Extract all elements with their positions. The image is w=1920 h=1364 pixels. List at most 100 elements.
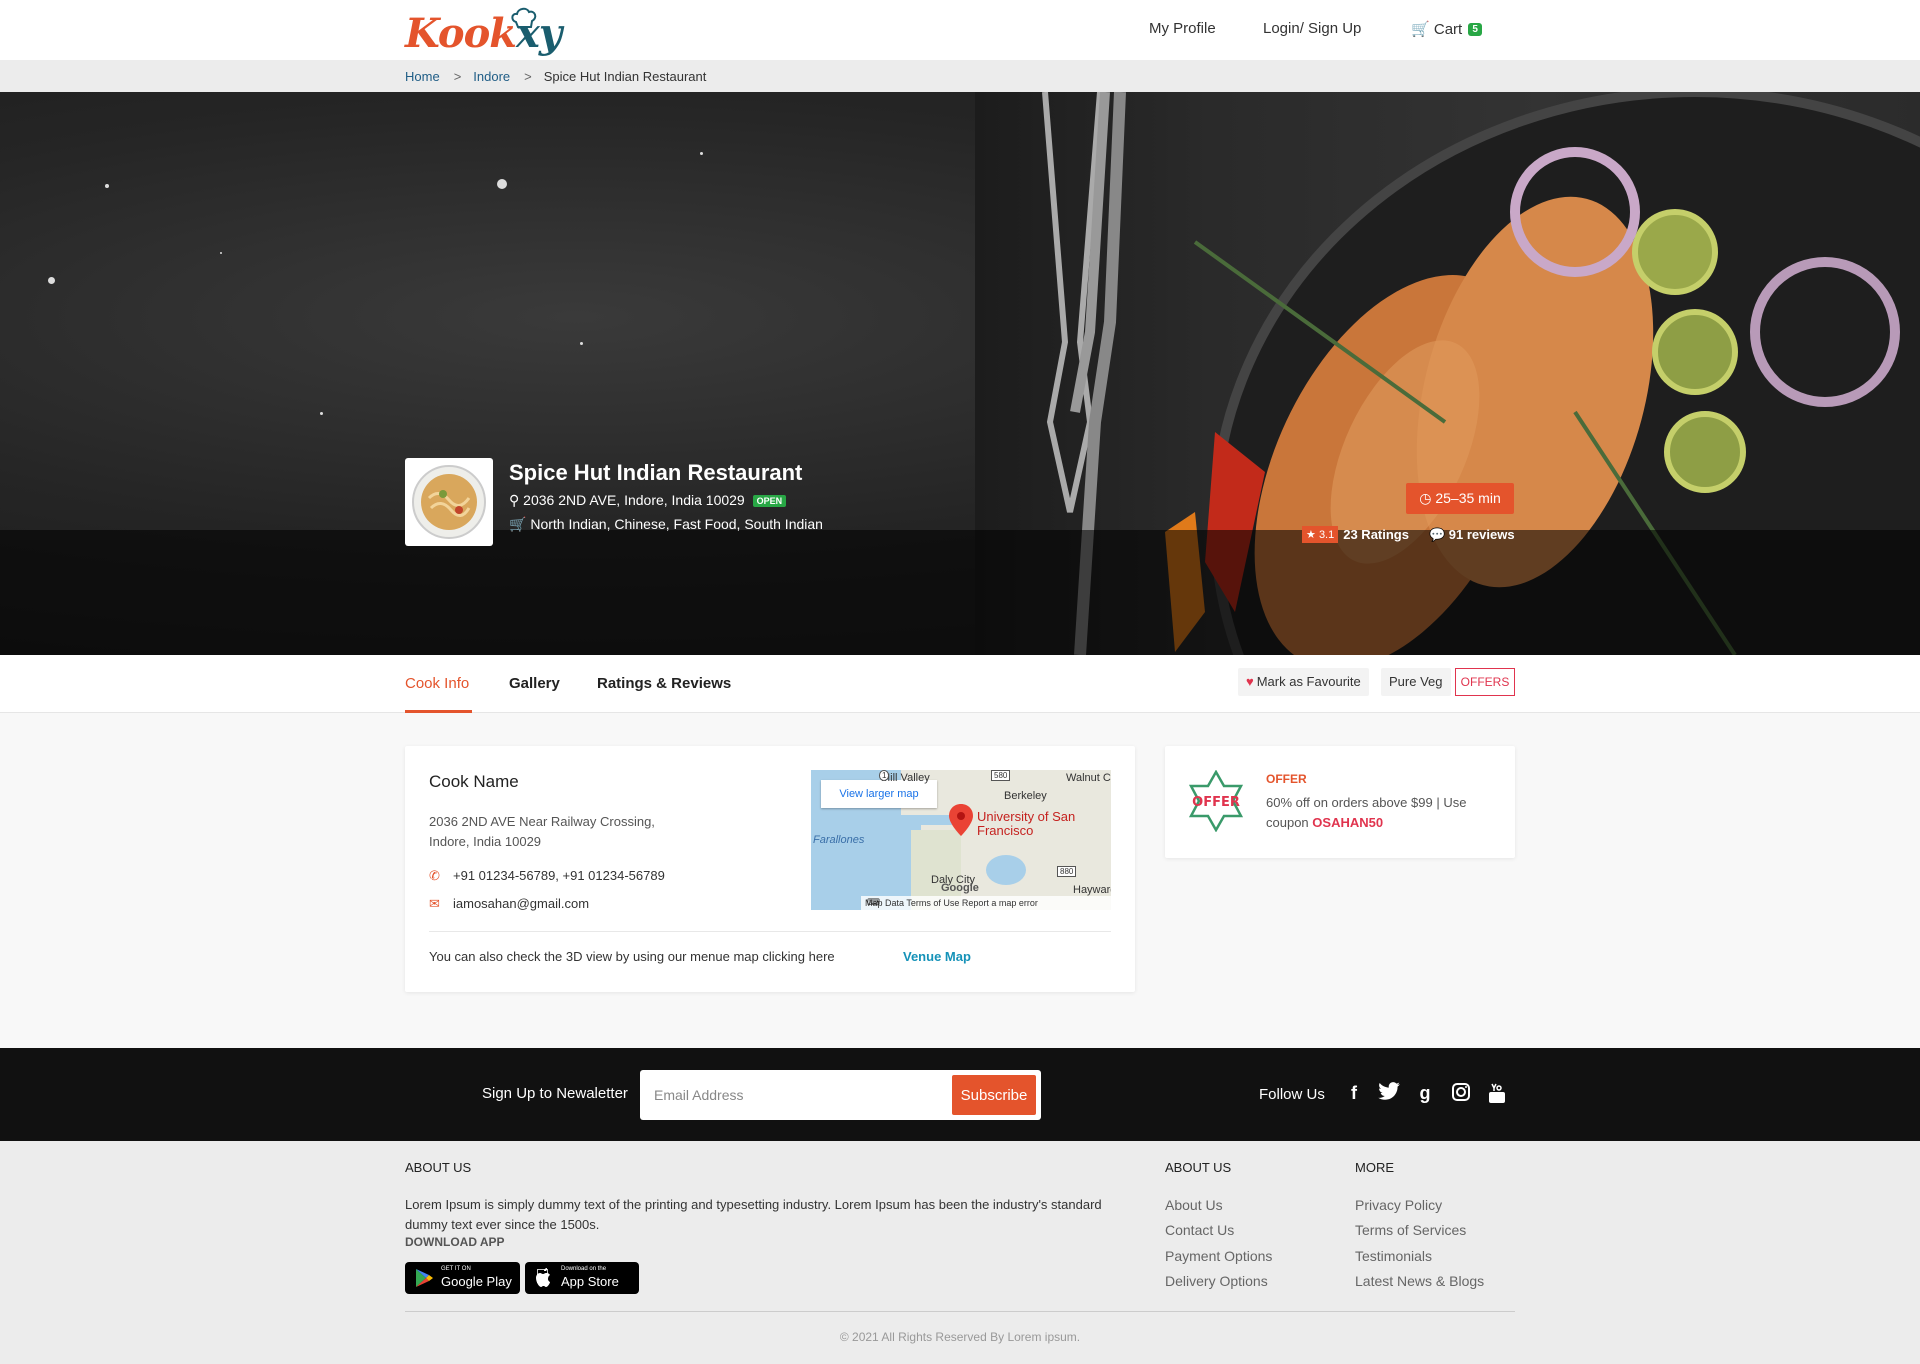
reviews-count[interactable]: 💬 91 reviews xyxy=(1429,527,1515,543)
cook-address: 2036 2ND AVE Near Railway Crossing, Indo… xyxy=(429,814,655,849)
footer-about-heading: ABOUT US xyxy=(405,1160,472,1175)
footer-link-testimonials[interactable]: Testimonials xyxy=(1355,1248,1432,1264)
map-label: Walnut C xyxy=(1066,772,1111,784)
google-plus-icon[interactable]: g xyxy=(1414,1082,1436,1104)
newsletter-bar: Sign Up to Newaletter Subscribe Follow U… xyxy=(0,1048,1920,1141)
footer-link-payment-options[interactable]: Payment Options xyxy=(1165,1248,1272,1264)
tab-gallery[interactable]: Gallery xyxy=(509,675,560,692)
twitter-icon[interactable] xyxy=(1378,1082,1400,1104)
restaurant-tabs-bar: Cook Info Gallery Ratings & Reviews ♥ Mar… xyxy=(0,655,1920,713)
pure-veg-button[interactable]: Pure Veg xyxy=(1381,668,1451,696)
tab-cook-info[interactable]: Cook Info xyxy=(405,675,469,692)
coupon-code: OSAHAN50 xyxy=(1312,815,1384,830)
chef-hat-icon xyxy=(511,7,537,28)
breadcrumb-separator: > xyxy=(524,69,532,84)
map-label: Farallones xyxy=(813,834,865,846)
newsletter-form: Subscribe xyxy=(640,1070,1041,1120)
map-label: Berkeley xyxy=(1004,790,1047,802)
footer-link-terms[interactable]: Terms of Services xyxy=(1355,1222,1466,1238)
hero-banner xyxy=(0,92,1920,655)
nav-my-profile[interactable]: My Profile xyxy=(1149,20,1216,37)
subscribe-button[interactable]: Subscribe xyxy=(952,1075,1036,1115)
youtube-icon[interactable] xyxy=(1486,1082,1508,1104)
breadcrumb-current: Spice Hut Indian Restaurant xyxy=(543,69,707,84)
delivery-time-label: 25–35 min xyxy=(1435,490,1501,506)
cook-name-title: Cook Name xyxy=(429,772,519,791)
offer-star-icon: OFFER xyxy=(1189,770,1243,832)
cart-icon: 🛒 xyxy=(1411,21,1430,38)
top-navbar: Kookxy My Profile Login/ Sign Up 🛒 Cart … xyxy=(0,0,1920,60)
newsletter-email-input[interactable] xyxy=(640,1070,950,1120)
phone-icon: ✆ xyxy=(429,868,440,883)
map-pin-icon xyxy=(949,804,973,836)
view-larger-map-link[interactable]: View larger map xyxy=(821,780,937,808)
venue-map-link[interactable]: Venue Map xyxy=(903,949,971,964)
footer-more-heading: MORE xyxy=(1355,1160,1394,1175)
map-marker-icon: ⚲ xyxy=(509,492,520,508)
keyboard-icon: ⌨ xyxy=(867,897,880,907)
offer-card: OFFER OFFER 60% off on orders above $99 … xyxy=(1165,746,1515,858)
facebook-icon[interactable]: f xyxy=(1343,1082,1365,1104)
map-pin-label: University of San Francisco xyxy=(977,809,1076,838)
address-text: 2036 2ND AVE, Indore, India 10029 xyxy=(523,492,745,508)
open-status-badge: OPEN xyxy=(752,495,787,507)
restaurant-address: ⚲ 2036 2ND AVE, Indore, India 10029 OPEN xyxy=(509,492,787,509)
nav-login-signup[interactable]: Login/ Sign Up xyxy=(1263,20,1361,37)
footer-link-contact-us[interactable]: Contact Us xyxy=(1165,1222,1234,1238)
instagram-icon[interactable] xyxy=(1450,1082,1472,1104)
ratings-count: 23 Ratings xyxy=(1343,527,1409,542)
heart-icon: ♥ xyxy=(1246,674,1254,689)
footer-link-privacy-policy[interactable]: Privacy Policy xyxy=(1355,1197,1442,1213)
breadcrumb-home[interactable]: Home xyxy=(405,69,440,84)
footer-about-text: Lorem Ipsum is simply dummy text of the … xyxy=(405,1197,1102,1232)
offers-button[interactable]: OFFERS xyxy=(1455,668,1515,696)
mark-favourite-button[interactable]: ♥ Mark as Favourite xyxy=(1238,668,1369,696)
breadcrumb: Home > Indore > Spice Hut Indian Restaur… xyxy=(405,69,706,84)
cook-email[interactable]: ✉ iamosahan@gmail.com xyxy=(429,896,589,912)
follow-us-label: Follow Us xyxy=(1259,1086,1325,1103)
google-play-badge[interactable]: GET IT ON Google Play xyxy=(405,1262,520,1294)
breadcrumb-separator: > xyxy=(453,69,462,84)
map-footer-links[interactable]: Map Data Terms of Use Report a map error xyxy=(861,896,1111,910)
hero-info-overlay xyxy=(0,530,1920,655)
google-play-icon xyxy=(416,1269,433,1287)
cook-phone: ✆ +91 01234-56789, +91 01234-56789 xyxy=(429,868,665,883)
footer-link-news-blogs[interactable]: Latest News & Blogs xyxy=(1355,1273,1484,1289)
delivery-time-button[interactable]: ◷ 25–35 min xyxy=(1406,483,1514,514)
clock-icon: ◷ xyxy=(1419,490,1432,506)
tab-ratings-reviews[interactable]: Ratings & Reviews xyxy=(597,675,731,692)
highway-shield: 880 xyxy=(1057,866,1077,877)
rating-summary: ★ 3.1 23 Ratings 💬 91 reviews xyxy=(1302,526,1515,543)
brand-logo[interactable]: Kookxy xyxy=(405,6,562,57)
site-footer: ABOUT US Lorem Ipsum is simply dummy tex… xyxy=(0,1141,1920,1364)
cuisines-text: North Indian, Chinese, Fast Food, South … xyxy=(530,516,823,532)
highway-shield: 580 xyxy=(991,770,1011,781)
nav-cart[interactable]: 🛒 Cart 5 xyxy=(1411,20,1482,38)
venue-map-note: You can also check the 3D view by using … xyxy=(429,949,835,964)
restaurant-name: Spice Hut Indian Restaurant xyxy=(509,460,803,485)
cart-count-badge: 5 xyxy=(1468,23,1482,36)
breadcrumb-city[interactable]: Indore xyxy=(473,69,510,84)
star-icon: ★ xyxy=(1306,529,1316,541)
cook-info-card: Cook Name 2036 2ND AVE Near Railway Cros… xyxy=(405,746,1135,992)
download-app-heading: DOWNLOAD APP xyxy=(405,1235,505,1249)
copyright-text: © 2021 All Rights Reserved By Lorem ipsu… xyxy=(839,1330,1081,1344)
footer-link-delivery-options[interactable]: Delivery Options xyxy=(1165,1273,1268,1289)
restaurant-cuisines: 🛒 North Indian, Chinese, Fast Food, Sout… xyxy=(509,516,823,533)
comments-icon: 💬 xyxy=(1428,526,1446,542)
apple-logo-icon xyxy=(536,1268,550,1287)
footer-link-about-us[interactable]: About Us xyxy=(1165,1197,1223,1213)
footer-col2-heading: ABOUT US xyxy=(1165,1160,1232,1175)
card-divider xyxy=(429,931,1111,932)
active-tab-indicator xyxy=(405,710,472,713)
cart-icon: 🛒 xyxy=(509,516,527,532)
location-map[interactable]: View larger map Mill Valley Walnut C Ber… xyxy=(811,770,1111,910)
envelope-icon: ✉ xyxy=(429,896,440,911)
footer-divider xyxy=(405,1311,1515,1312)
rating-badge: ★ 3.1 xyxy=(1302,526,1339,543)
app-store-badge[interactable]:  Download on the App Store xyxy=(525,1262,639,1294)
offer-title: OFFER xyxy=(1266,772,1307,786)
map-label: Hayward xyxy=(1073,884,1111,896)
breadcrumb-bar: Home > Indore > Spice Hut Indian Restaur… xyxy=(0,60,1920,92)
offer-description: 60% off on orders above $99 | Use coupon… xyxy=(1266,795,1467,830)
